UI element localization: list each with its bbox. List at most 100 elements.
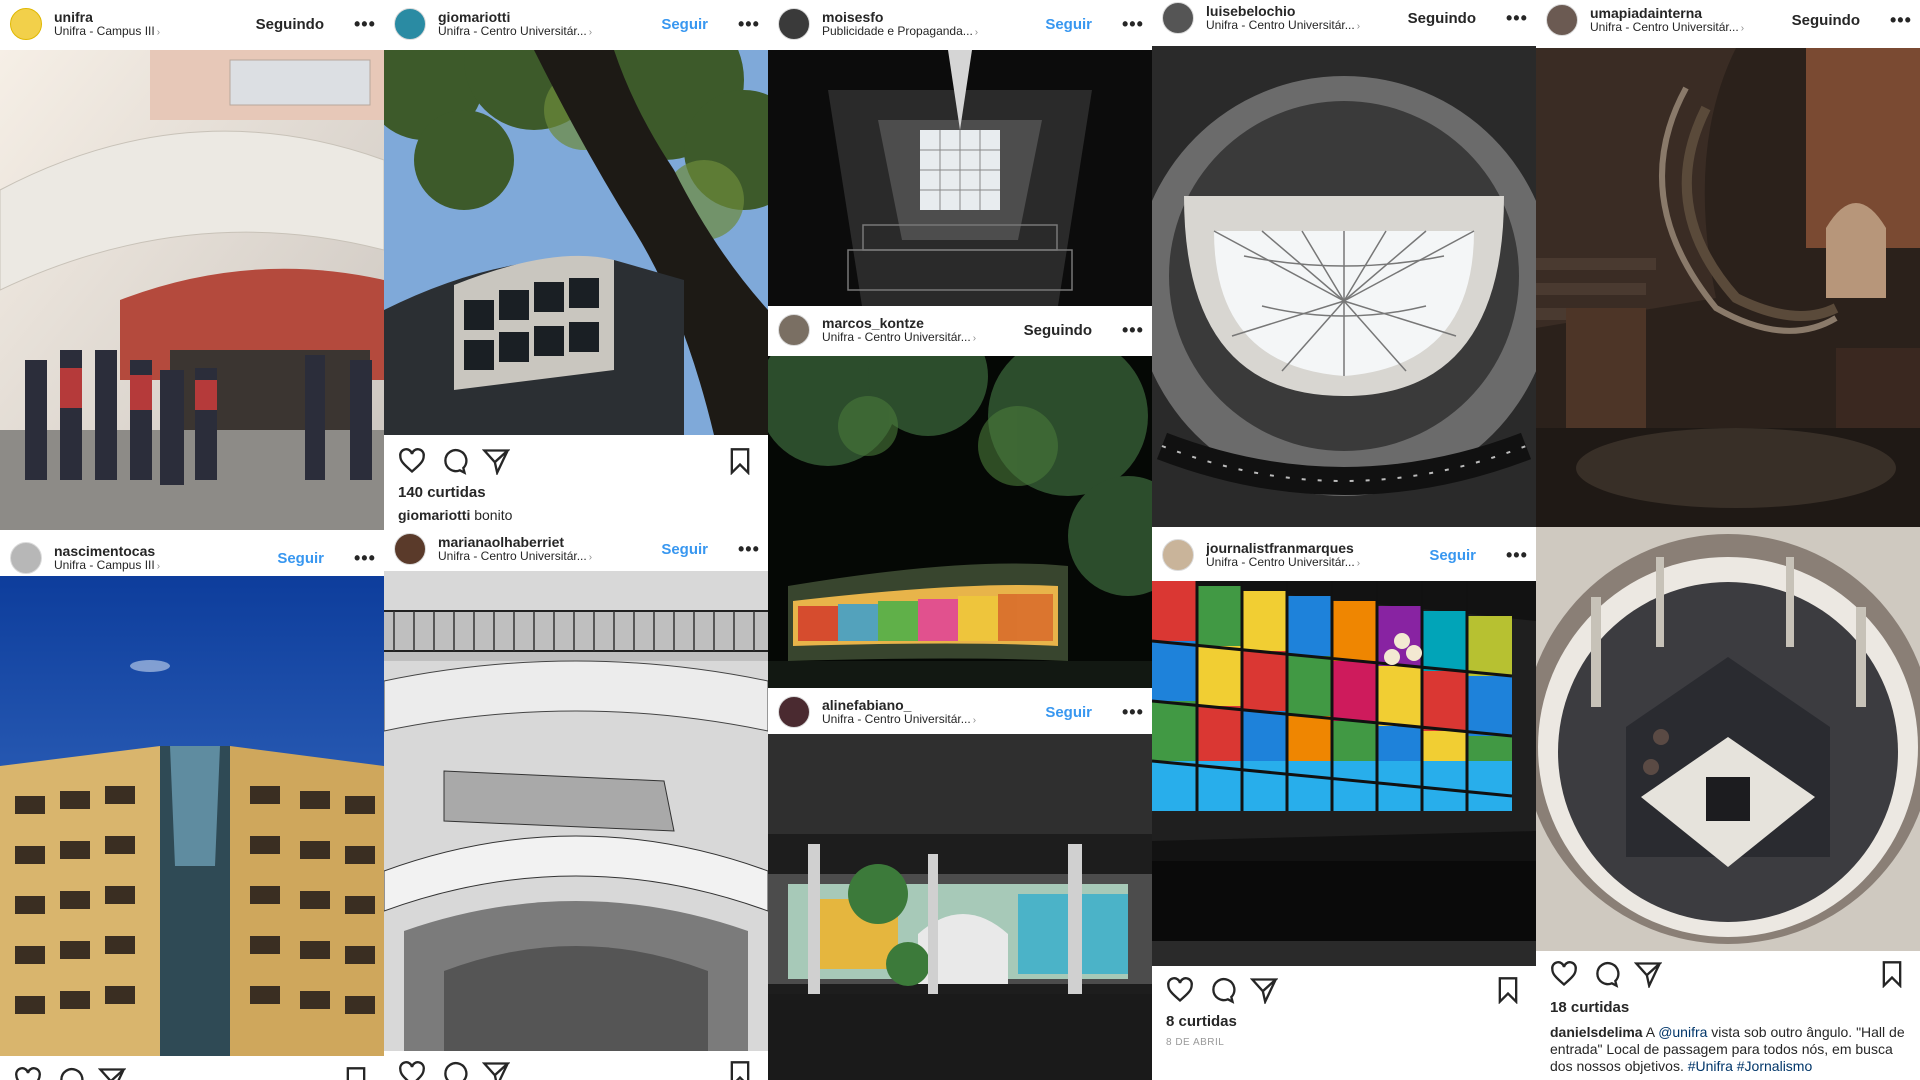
follow-button[interactable]: Seguir bbox=[661, 541, 708, 558]
username[interactable]: marianaolhaberriet bbox=[438, 534, 661, 550]
avatar[interactable] bbox=[394, 8, 426, 40]
share-icon[interactable] bbox=[1634, 960, 1662, 988]
username[interactable]: alinefabiano_ bbox=[822, 697, 1045, 713]
heart-icon[interactable] bbox=[398, 1060, 426, 1080]
comment-icon[interactable] bbox=[1592, 960, 1620, 988]
avatar[interactable] bbox=[10, 8, 42, 40]
post-moisesfo: moisesfo Publicidade e Propaganda... › Se… bbox=[768, 0, 1152, 306]
comment-icon[interactable] bbox=[440, 447, 468, 475]
location-link[interactable]: Unifra - Centro Universitár... › bbox=[822, 713, 1045, 727]
post-photo[interactable] bbox=[768, 356, 1152, 688]
location-link[interactable]: Unifra - Campus III › bbox=[54, 25, 256, 39]
avatar[interactable] bbox=[778, 314, 810, 346]
post-photo[interactable] bbox=[1152, 581, 1536, 966]
location-link[interactable]: Unifra - Centro Universitár... › bbox=[1590, 21, 1792, 35]
more-options-icon[interactable]: ••• bbox=[1506, 545, 1527, 566]
more-options-icon[interactable]: ••• bbox=[738, 14, 759, 35]
post-photo[interactable] bbox=[0, 50, 384, 530]
avatar[interactable] bbox=[1162, 539, 1194, 571]
username[interactable]: journalistfranmarques bbox=[1206, 540, 1429, 556]
follow-button[interactable]: Seguir bbox=[1045, 704, 1092, 721]
more-options-icon[interactable]: ••• bbox=[354, 548, 375, 569]
comment-icon[interactable] bbox=[56, 1066, 84, 1080]
heart-icon[interactable] bbox=[1550, 960, 1578, 988]
avatar[interactable] bbox=[10, 542, 42, 574]
follow-button[interactable]: Seguir bbox=[1429, 547, 1476, 564]
more-options-icon[interactable]: ••• bbox=[354, 14, 375, 35]
location-link[interactable]: Unifra - Centro Universitár... › bbox=[438, 25, 661, 39]
username[interactable]: moisesfo bbox=[822, 9, 1045, 25]
heart-icon[interactable] bbox=[398, 447, 426, 475]
caption: danielsdelima A @unifra vista sob outro … bbox=[1550, 1024, 1906, 1075]
more-options-icon[interactable]: ••• bbox=[1122, 702, 1143, 723]
more-options-icon[interactable]: ••• bbox=[738, 539, 759, 560]
heart-icon[interactable] bbox=[1166, 976, 1194, 1004]
post-photo[interactable] bbox=[768, 734, 1152, 1080]
following-button[interactable]: Seguindo bbox=[1792, 12, 1860, 29]
username[interactable]: unifra bbox=[54, 9, 256, 25]
avatar[interactable] bbox=[1162, 2, 1194, 34]
post-photo[interactable] bbox=[1152, 46, 1536, 527]
location-label: Unifra - Campus III bbox=[54, 25, 155, 39]
post-photo[interactable] bbox=[384, 50, 768, 435]
tree-building-photo bbox=[384, 50, 768, 435]
bookmark-icon[interactable] bbox=[726, 1060, 754, 1080]
username[interactable]: nascimentocas bbox=[54, 543, 277, 559]
location-label: Unifra - Centro Universitár... bbox=[438, 550, 587, 564]
heart-icon[interactable] bbox=[14, 1066, 42, 1080]
location-label: Unifra - Campus III bbox=[54, 559, 155, 573]
username[interactable]: luisebelochio bbox=[1206, 3, 1408, 19]
follow-button[interactable]: Seguir bbox=[277, 550, 324, 567]
post-photo[interactable] bbox=[1536, 527, 1920, 951]
more-options-icon[interactable]: ••• bbox=[1122, 320, 1143, 341]
avatar[interactable] bbox=[778, 696, 810, 728]
more-options-icon[interactable]: ••• bbox=[1122, 14, 1143, 35]
post-photo[interactable] bbox=[1536, 48, 1920, 527]
post-photo[interactable] bbox=[384, 571, 768, 1051]
bookmark-icon[interactable] bbox=[342, 1066, 370, 1080]
bookmark-icon[interactable] bbox=[1878, 960, 1906, 988]
username[interactable]: giomariotti bbox=[438, 9, 661, 25]
comment-icon[interactable] bbox=[1208, 976, 1236, 1004]
follow-button[interactable]: Seguir bbox=[661, 16, 708, 33]
location-link[interactable]: Unifra - Campus III › bbox=[54, 559, 277, 573]
location-label: Publicidade e Propaganda... bbox=[822, 25, 973, 39]
share-icon[interactable] bbox=[98, 1066, 126, 1080]
bookmark-icon[interactable] bbox=[1494, 976, 1522, 1004]
caption-username[interactable]: danielsdelima bbox=[1550, 1024, 1643, 1040]
bookmark-icon[interactable] bbox=[726, 447, 754, 475]
share-icon[interactable] bbox=[482, 447, 510, 475]
share-icon[interactable] bbox=[1250, 976, 1278, 1004]
following-button[interactable]: Seguindo bbox=[1024, 322, 1092, 339]
likes-count[interactable]: 8 curtidas bbox=[1166, 1013, 1237, 1030]
location-link[interactable]: Unifra - Centro Universitár... › bbox=[1206, 19, 1408, 33]
post-photo[interactable] bbox=[0, 576, 384, 1056]
location-link[interactable]: Unifra - Centro Universitár... › bbox=[438, 550, 661, 564]
share-icon[interactable] bbox=[482, 1060, 510, 1080]
likes-count[interactable]: 18 curtidas bbox=[1550, 999, 1629, 1016]
avatar[interactable] bbox=[394, 533, 426, 565]
caption-username[interactable]: giomariotti bbox=[398, 507, 470, 523]
avatar[interactable] bbox=[778, 8, 810, 40]
username[interactable]: umapiadainterna bbox=[1590, 5, 1792, 21]
username[interactable]: marcos_kontze bbox=[822, 315, 1024, 331]
location-label: Unifra - Centro Universitár... bbox=[822, 713, 971, 727]
following-button[interactable]: Seguindo bbox=[256, 16, 324, 33]
more-options-icon[interactable]: ••• bbox=[1890, 10, 1911, 31]
likes-count[interactable]: 140 curtidas bbox=[398, 484, 486, 501]
stained-glass-chapel-photo bbox=[1152, 581, 1536, 966]
more-options-icon[interactable]: ••• bbox=[1506, 8, 1527, 29]
location-link[interactable]: Unifra - Centro Universitár... › bbox=[1206, 556, 1429, 570]
caption: giomariotti bonito bbox=[398, 507, 754, 524]
comment-icon[interactable] bbox=[440, 1060, 468, 1080]
post-photo[interactable] bbox=[768, 50, 1152, 306]
following-button[interactable]: Seguindo bbox=[1408, 10, 1476, 27]
caption-hashtags[interactable]: #Unifra #Jornalismo bbox=[1688, 1058, 1813, 1074]
follow-button[interactable]: Seguir bbox=[1045, 16, 1092, 33]
chevron-right-icon: › bbox=[974, 27, 979, 39]
location-link[interactable]: Publicidade e Propaganda... › bbox=[822, 25, 1045, 39]
chevron-right-icon: › bbox=[588, 552, 593, 564]
caption-mention-link[interactable]: @unifra bbox=[1658, 1024, 1707, 1040]
avatar[interactable] bbox=[1546, 4, 1578, 36]
location-link[interactable]: Unifra - Centro Universitár... › bbox=[822, 331, 1024, 345]
